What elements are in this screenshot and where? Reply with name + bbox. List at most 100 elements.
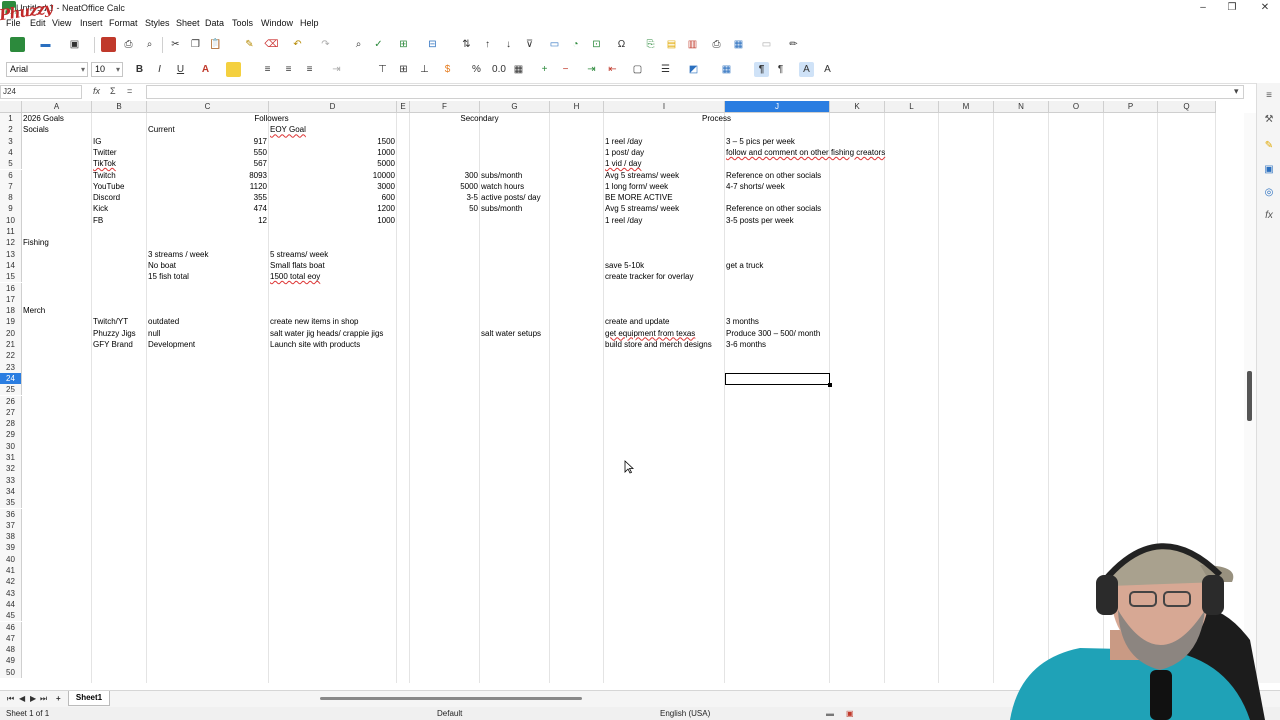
row-header-35[interactable]: 35	[0, 497, 22, 509]
vertical-text-icon[interactable]: A	[820, 62, 835, 77]
cell-j10[interactable]: 3-5 posts per week	[726, 215, 794, 226]
font-size-dropdown[interactable]: 10 ▾	[91, 62, 123, 77]
column-header-c[interactable]: C	[147, 101, 269, 113]
cell-i1[interactable]: Process	[605, 113, 828, 124]
previous-sheet-icon[interactable]: ◀	[19, 694, 25, 703]
cell-i15[interactable]: create tracker for overlay	[605, 271, 693, 282]
highlight-color-icon[interactable]	[226, 62, 241, 77]
cell-f7[interactable]: 5000	[411, 181, 478, 192]
align-bottom-icon[interactable]: ⊥	[417, 62, 432, 77]
row-header-46[interactable]: 46	[0, 621, 22, 633]
cell-c6[interactable]: 8093	[148, 170, 267, 181]
maximize-icon[interactable]: ❐	[1225, 2, 1239, 14]
freeze-rows-icon[interactable]: ▦	[731, 37, 746, 52]
split-window-icon[interactable]: ▭	[759, 37, 774, 52]
menu-tools[interactable]: Tools	[232, 18, 253, 28]
insert-column-icon[interactable]: ⊟	[425, 37, 440, 52]
cell-i20[interactable]: get equipment from texas	[605, 328, 695, 339]
save-icon[interactable]: ▣	[67, 37, 82, 52]
row-header-20[interactable]: 20	[0, 327, 22, 339]
cell-a18[interactable]: Merch	[23, 305, 45, 316]
cell-d7[interactable]: 3000	[270, 181, 395, 192]
row-header-4[interactable]: 4	[0, 146, 22, 159]
row-header-24[interactable]: 24	[0, 372, 22, 385]
column-header-i[interactable]: I	[604, 101, 725, 113]
cell-c9[interactable]: 474	[148, 203, 267, 214]
cell-c20[interactable]: null	[148, 328, 160, 339]
cell-f9[interactable]: 50	[411, 203, 478, 214]
cell-f1[interactable]: Secondary	[411, 113, 548, 124]
cell-j9[interactable]: Reference on other socials	[726, 203, 821, 214]
column-header-q[interactable]: Q	[1158, 101, 1216, 113]
properties-icon[interactable]: ⚒	[1262, 113, 1276, 127]
cell-d10[interactable]: 1000	[270, 215, 395, 226]
cell-c15[interactable]: 15 fish total	[148, 271, 189, 282]
bold-icon[interactable]: B	[132, 62, 147, 77]
cell-d14[interactable]: Small flats boat	[270, 260, 325, 271]
decrease-indent-icon[interactable]: ⇤	[605, 62, 620, 77]
row-header-26[interactable]: 26	[0, 395, 22, 407]
row-header-23[interactable]: 23	[0, 361, 22, 373]
row-header-1[interactable]: 1	[0, 113, 22, 125]
cell-d19[interactable]: create new items in shop	[270, 316, 359, 327]
cell-b9[interactable]: Kick	[93, 203, 108, 214]
cell-b10[interactable]: FB	[93, 215, 103, 226]
navigator-icon[interactable]: ◎	[1262, 186, 1276, 200]
insert-image-icon[interactable]: ▭	[547, 37, 562, 52]
cell-c13[interactable]: 3 streams / week	[148, 249, 208, 260]
column-header-d[interactable]: D	[269, 101, 397, 113]
row-header-22[interactable]: 22	[0, 350, 22, 362]
cell-d21[interactable]: Launch site with products	[270, 339, 360, 350]
cell-i10[interactable]: 1 reel /day	[605, 215, 642, 226]
row-header-28[interactable]: 28	[0, 418, 22, 430]
row-header-49[interactable]: 49	[0, 655, 22, 667]
cell-i8[interactable]: BE MORE ACTIVE	[605, 192, 673, 203]
borders-icon[interactable]: ▢	[630, 62, 645, 77]
undo-icon[interactable]: ↶	[290, 37, 305, 52]
italic-icon[interactable]: I	[152, 62, 167, 77]
row-header-47[interactable]: 47	[0, 632, 22, 645]
cell-b4[interactable]: Twitter	[93, 147, 117, 158]
spelling-icon[interactable]: ✓	[371, 37, 386, 52]
font-name-dropdown[interactable]: Arial ▾	[6, 62, 88, 77]
percent-format-button[interactable]: %	[469, 62, 484, 77]
cell-b6[interactable]: Twitch	[93, 170, 116, 181]
text-direction-icon[interactable]: A	[799, 62, 814, 77]
cell-c8[interactable]: 355	[148, 192, 267, 203]
column-header-p[interactable]: P	[1104, 101, 1158, 113]
cell-b21[interactable]: GFY Brand	[93, 339, 133, 350]
row-header-45[interactable]: 45	[0, 610, 22, 622]
sheet-tab[interactable]: Sheet1	[68, 691, 110, 706]
cell-j20[interactable]: Produce 300 – 500/ month	[726, 328, 820, 339]
chevron-down-icon[interactable]: ▾	[1234, 86, 1239, 97]
cell-a1[interactable]: 2026 Goals	[23, 113, 64, 124]
cell-i4[interactable]: 1 post/ day	[605, 147, 644, 158]
first-sheet-icon[interactable]: ⏮	[7, 694, 14, 704]
cell-i9[interactable]: Avg 5 streams/ week	[605, 203, 679, 214]
border-color-icon[interactable]: ◩	[686, 62, 701, 77]
function-wizard-icon[interactable]: fx	[93, 86, 100, 96]
next-sheet-icon[interactable]: ▶	[30, 694, 36, 703]
left-to-right-icon[interactable]: ¶	[754, 62, 769, 77]
row-header-25[interactable]: 25	[0, 384, 22, 396]
cell-g20[interactable]: salt water setups	[481, 328, 541, 339]
row-header-29[interactable]: 29	[0, 429, 22, 441]
column-header-m[interactable]: M	[939, 101, 994, 113]
close-icon[interactable]: ✕	[1258, 2, 1272, 14]
row-header-30[interactable]: 30	[0, 440, 22, 452]
cell-j21[interactable]: 3-6 months	[726, 339, 766, 350]
row-header-14[interactable]: 14	[0, 259, 22, 272]
sidebar-menu-icon[interactable]: ≡	[1262, 89, 1276, 103]
language-status[interactable]: English (USA)	[660, 707, 710, 720]
clear-formatting-icon[interactable]: ⌫	[264, 37, 279, 52]
row-header-5[interactable]: 5	[0, 158, 22, 170]
autofill-handle[interactable]	[828, 383, 832, 388]
date-format-icon[interactable]: ▦	[511, 62, 526, 77]
align-center-icon[interactable]: ≡	[281, 62, 296, 77]
currency-format-icon[interactable]: $	[440, 62, 455, 77]
cell-c7[interactable]: 1120	[148, 181, 267, 192]
cell-d3[interactable]: 1500	[270, 136, 395, 147]
row-header-39[interactable]: 39	[0, 542, 22, 554]
row-header-43[interactable]: 43	[0, 587, 22, 599]
row-header-37[interactable]: 37	[0, 519, 22, 532]
